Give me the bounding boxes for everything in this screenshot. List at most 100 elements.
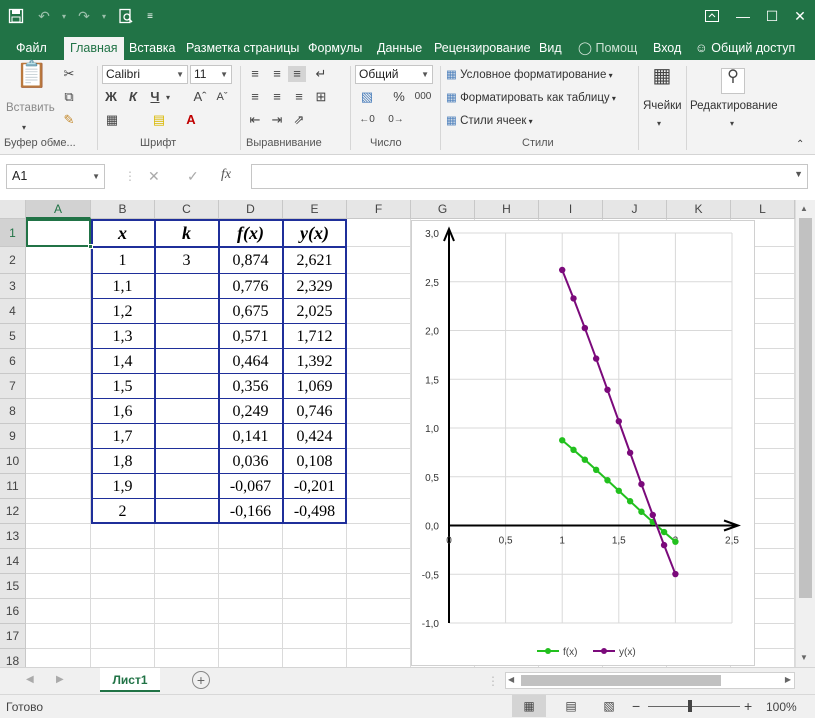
grid-cell[interactable] (26, 247, 91, 274)
row-header[interactable]: 7 (0, 374, 26, 399)
ribbon-display-options-icon[interactable] (702, 6, 722, 26)
select-all-corner[interactable] (0, 200, 26, 219)
table-cell[interactable]: 1,392 (283, 349, 347, 374)
grid-cell[interactable] (347, 649, 411, 667)
increase-decimal-icon[interactable]: ←0 (357, 112, 377, 128)
table-cell[interactable]: 1,1 (91, 274, 155, 299)
grid-cell[interactable] (347, 299, 411, 324)
table-cell[interactable] (155, 449, 219, 474)
close-icon[interactable]: ✕ (790, 6, 810, 26)
undo-dropdown-icon[interactable]: ▾ (54, 6, 74, 26)
grid-cell[interactable] (26, 499, 91, 524)
zoom-in-icon[interactable]: + (744, 698, 752, 714)
horizontal-scrollbar[interactable]: ◀ ▶ (505, 672, 795, 689)
grid-cell[interactable] (26, 374, 91, 399)
font-color-icon[interactable]: A (182, 112, 200, 128)
row-header[interactable]: 9 (0, 424, 26, 449)
table-cell[interactable]: 1,069 (283, 374, 347, 399)
grid-cell[interactable] (283, 649, 347, 667)
row-header[interactable]: 8 (0, 399, 26, 424)
zoom-out-icon[interactable]: − (632, 698, 640, 714)
grid-cell[interactable] (155, 574, 219, 599)
table-cell[interactable]: 0,249 (219, 399, 283, 424)
table-cell[interactable]: 1,4 (91, 349, 155, 374)
grid-cell[interactable] (26, 624, 91, 649)
decrease-font-icon[interactable]: Aˇ (214, 89, 230, 105)
vertical-scrollbar[interactable]: ▲ ▼ (795, 200, 815, 667)
next-sheet-icon[interactable]: ▶ (56, 674, 64, 685)
prev-sheet-icon[interactable]: ◀ (26, 674, 34, 685)
tab-view[interactable]: Вид (533, 37, 568, 60)
table-cell[interactable]: 0,108 (283, 449, 347, 474)
sheet-tab[interactable]: Лист1 (100, 668, 160, 692)
table-cell[interactable]: 0,464 (219, 349, 283, 374)
column-header[interactable]: G (411, 200, 475, 219)
grid-cell[interactable] (347, 524, 411, 549)
table-cell[interactable]: 1,3 (91, 324, 155, 349)
selected-cell[interactable] (26, 219, 91, 247)
grid-cell[interactable] (91, 574, 155, 599)
row-header[interactable]: 13 (0, 524, 26, 549)
row-header[interactable]: 3 (0, 274, 26, 299)
row-header[interactable]: 6 (0, 349, 26, 374)
table-cell[interactable]: 1,7 (91, 424, 155, 449)
formula-input[interactable]: ▼ (251, 164, 808, 189)
horizontal-scroll-thumb[interactable] (521, 675, 721, 686)
grid-cell[interactable] (347, 474, 411, 499)
grid-cell[interactable] (347, 549, 411, 574)
grid-cell[interactable] (283, 524, 347, 549)
grid-cell[interactable] (26, 299, 91, 324)
table-cell[interactable]: 2,025 (283, 299, 347, 324)
customize-toolbar-icon[interactable]: ≡ (140, 6, 160, 26)
enter-icon[interactable]: ✓ (187, 168, 199, 185)
grid-cell[interactable] (283, 599, 347, 624)
grid-cell[interactable] (347, 449, 411, 474)
vertical-scroll-thumb[interactable] (799, 218, 812, 598)
table-cell[interactable]: 0,874 (219, 247, 283, 274)
table-cell[interactable]: 2 (91, 499, 155, 524)
table-cell[interactable] (155, 399, 219, 424)
tab-page-layout[interactable]: Разметка страницы (180, 37, 305, 60)
currency-icon[interactable]: ▧ (357, 89, 377, 105)
cell-styles-button[interactable]: ▦ Стили ячеек ▾ (446, 113, 533, 127)
bold-button[interactable]: Ж (103, 89, 119, 105)
column-header[interactable]: E (283, 200, 347, 219)
grid-cell[interactable] (91, 649, 155, 667)
table-cell[interactable]: 0,746 (283, 399, 347, 424)
conditional-formatting-button[interactable]: ▦ Условное форматирование ▾ (446, 67, 613, 81)
fill-handle[interactable] (88, 244, 93, 249)
align-top-icon[interactable]: ≡ (246, 66, 264, 82)
grid-cell[interactable] (155, 649, 219, 667)
row-header[interactable]: 4 (0, 299, 26, 324)
row-header[interactable]: 18 (0, 649, 26, 667)
editing-button[interactable]: Редактирование (690, 100, 778, 112)
align-middle-icon[interactable]: ≡ (268, 66, 286, 82)
grid-cell[interactable] (26, 274, 91, 299)
fill-color-icon[interactable]: ▤ (150, 112, 168, 128)
tab-home[interactable]: Главная (64, 37, 124, 60)
table-cell[interactable]: 0,036 (219, 449, 283, 474)
table-cell[interactable]: 1,8 (91, 449, 155, 474)
grid-cell[interactable] (347, 599, 411, 624)
decrease-indent-icon[interactable]: ⇤ (246, 112, 264, 128)
table-cell[interactable] (155, 424, 219, 449)
number-format-select[interactable]: Общий ▼ (355, 65, 433, 84)
grid-cell[interactable] (283, 624, 347, 649)
cut-icon[interactable]: ✂ (60, 66, 78, 82)
grid-cell[interactable] (219, 574, 283, 599)
cancel-icon[interactable]: ✕ (148, 168, 160, 185)
paste-button[interactable]: Вставить (6, 102, 55, 114)
grid-cell[interactable] (347, 399, 411, 424)
grid-cell[interactable] (155, 599, 219, 624)
table-cell[interactable] (155, 474, 219, 499)
grid-cell[interactable] (26, 474, 91, 499)
grid-cell[interactable] (91, 549, 155, 574)
grid-cell[interactable] (155, 549, 219, 574)
grid-cell[interactable] (347, 274, 411, 299)
table-cell[interactable] (155, 374, 219, 399)
table-header-cell[interactable]: f(x) (219, 219, 283, 247)
collapse-ribbon-icon[interactable]: ⌃ (796, 137, 804, 153)
column-header[interactable]: J (603, 200, 667, 219)
grid-cell[interactable] (283, 574, 347, 599)
align-right-icon[interactable]: ≡ (290, 89, 308, 105)
